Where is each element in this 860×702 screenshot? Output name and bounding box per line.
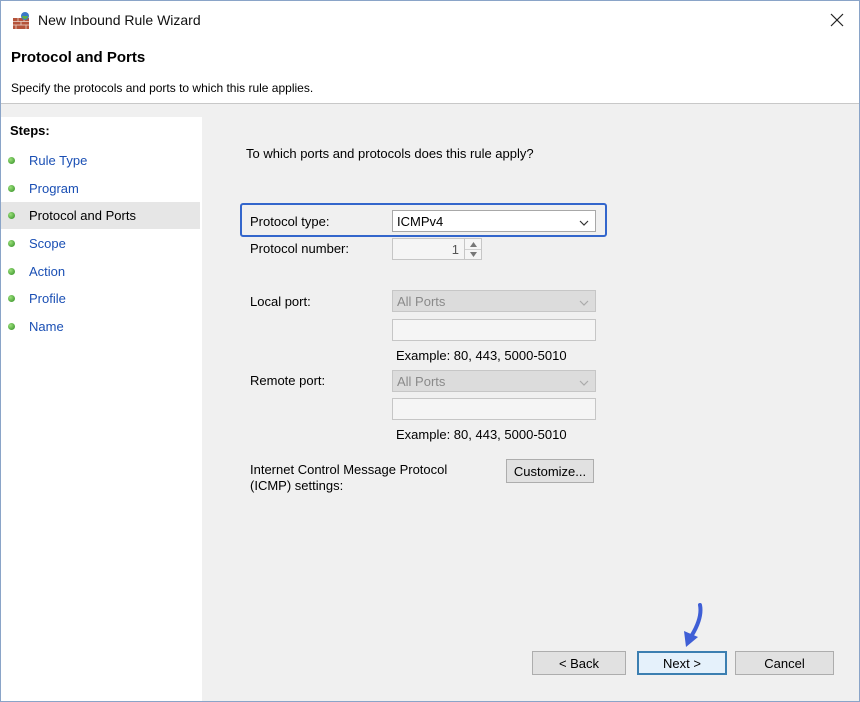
local-port-select[interactable]: All Ports — [392, 290, 596, 312]
firewall-wall-icon — [11, 11, 31, 31]
main-pane: To which ports and protocols does this r… — [204, 117, 859, 701]
step-label: Protocol and Ports — [29, 208, 136, 223]
remote-port-value: All Ports — [397, 373, 446, 389]
step-label: Profile — [29, 291, 66, 306]
step-bullet-icon — [8, 185, 15, 192]
page-subtitle: Specify the protocols and ports to which… — [11, 81, 314, 95]
remote-port-label: Remote port: — [250, 373, 326, 388]
wizard-header: Protocol and Ports Specify the protocols… — [1, 41, 859, 104]
steps-label: Steps: — [10, 123, 50, 138]
step-protocol-and-ports[interactable]: Protocol and Ports — [1, 202, 200, 229]
step-bullet-icon — [8, 212, 15, 219]
protocol-type-value: ICMPv4 — [397, 213, 444, 229]
step-label: Scope — [29, 236, 66, 251]
step-scope[interactable]: Scope — [1, 230, 200, 257]
remote-port-example: Example: 80, 443, 5000-5010 — [396, 427, 567, 442]
close-icon — [830, 13, 844, 30]
protocol-type-label: Protocol type: — [250, 214, 330, 229]
chevron-down-icon — [579, 376, 589, 391]
close-button[interactable] — [815, 1, 859, 41]
annotation-arrow-icon — [680, 603, 710, 652]
local-port-value: All Ports — [397, 293, 446, 309]
local-port-example: Example: 80, 443, 5000-5010 — [396, 348, 567, 363]
step-name[interactable]: Name — [1, 313, 200, 340]
step-bullet-icon — [8, 295, 15, 302]
spin-down-icon[interactable] — [465, 249, 481, 259]
chevron-down-icon — [579, 296, 589, 311]
step-bullet-icon — [8, 323, 15, 330]
page-title: Protocol and Ports — [11, 49, 146, 66]
icmp-label-line1: Internet Control Message Protocol — [250, 462, 448, 477]
step-program[interactable]: Program — [1, 175, 200, 202]
step-label: Rule Type — [29, 153, 88, 168]
customize-button[interactable]: Customize... — [506, 459, 594, 483]
local-port-input[interactable] — [392, 319, 596, 341]
icmp-label-line2: (ICMP) settings: — [250, 478, 344, 493]
step-label: Program — [29, 181, 79, 196]
steps-pane: Steps: Rule Type Program Protocol and Po… — [1, 117, 202, 701]
step-rule-type[interactable]: Rule Type — [1, 147, 200, 174]
step-bullet-icon — [8, 240, 15, 247]
protocol-number-label: Protocol number: — [250, 241, 349, 256]
step-bullet-icon — [8, 157, 15, 164]
icmp-settings-label: Internet Control Message Protocol (ICMP)… — [250, 462, 447, 494]
remote-port-select[interactable]: All Ports — [392, 370, 596, 392]
step-label: Name — [29, 319, 64, 334]
step-label: Action — [29, 264, 66, 279]
title-bar: New Inbound Rule Wizard — [1, 1, 859, 41]
local-port-label: Local port: — [250, 294, 311, 309]
wizard-window: New Inbound Rule Wizard Protocol and Por… — [0, 0, 860, 702]
stepper-buttons — [464, 239, 481, 259]
cancel-button[interactable]: Cancel — [735, 651, 834, 675]
step-bullet-icon — [8, 268, 15, 275]
protocol-number-stepper[interactable]: 1 — [392, 238, 482, 260]
window-title: New Inbound Rule Wizard — [38, 12, 201, 28]
remote-port-input[interactable] — [392, 398, 596, 420]
back-button[interactable]: < Back — [532, 651, 626, 675]
chevron-down-icon — [579, 216, 589, 231]
step-action[interactable]: Action — [1, 258, 200, 285]
next-button[interactable]: Next > — [637, 651, 727, 675]
protocol-number-value: 1 — [451, 242, 459, 257]
protocol-type-select[interactable]: ICMPv4 — [392, 210, 596, 232]
step-profile[interactable]: Profile — [1, 285, 200, 312]
ports-question: To which ports and protocols does this r… — [246, 146, 534, 161]
